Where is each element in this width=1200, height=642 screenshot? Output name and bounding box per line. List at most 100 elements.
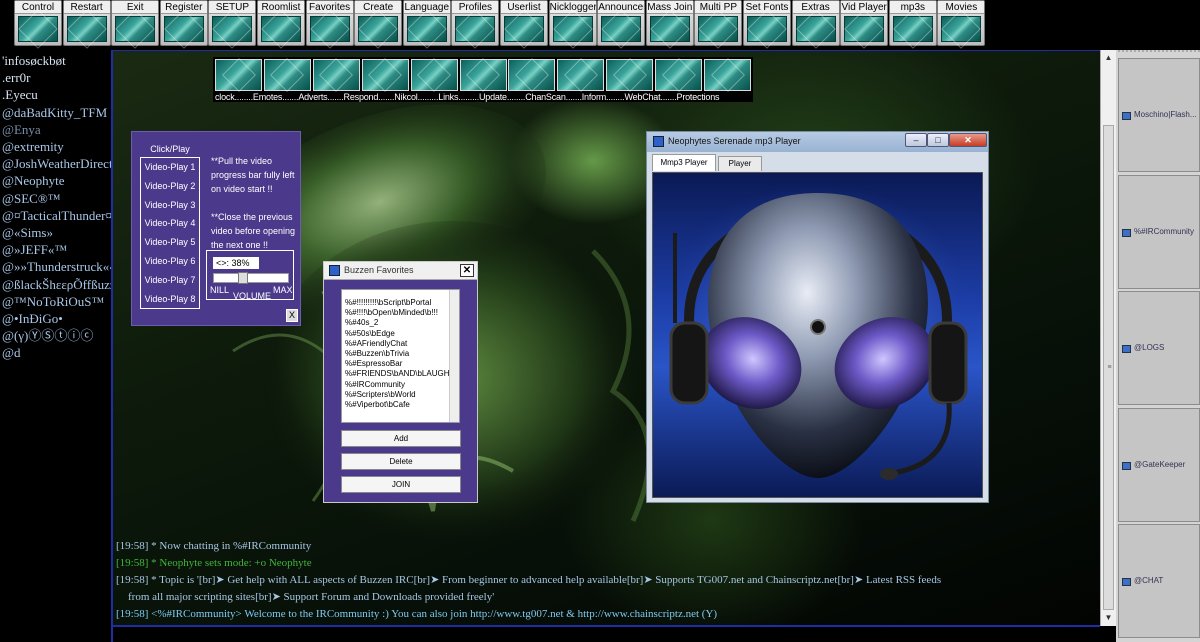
script-toolbar-button[interactable]	[459, 59, 507, 91]
tab-player[interactable]: Player	[718, 156, 762, 171]
video-play-7[interactable]: Video-Play 7	[141, 271, 199, 290]
scroll-down-arrow[interactable]: ▼	[1101, 611, 1116, 625]
video-play-2[interactable]: Video-Play 2	[141, 177, 199, 196]
switchbar-item[interactable]: %#IRCommunity	[1118, 174, 1200, 289]
script-toolbar-button[interactable]	[508, 59, 556, 91]
volume-slider-thumb[interactable]	[238, 272, 249, 284]
favorite-room-item[interactable]: %#FRIENDS\bAND\bLAUGH	[342, 369, 459, 379]
chat-scrollbar[interactable]: ▲ ≡ ▼	[1100, 50, 1116, 626]
script-toolbar-button[interactable]	[215, 59, 262, 91]
favorite-room-item[interactable]: %#Buzzen\bTrivia	[342, 349, 459, 359]
toolbar-button-multi-pp[interactable]: Multi PP	[694, 0, 743, 46]
script-toolbar-button[interactable]	[263, 59, 311, 91]
mp3-close-button[interactable]: ✕	[949, 133, 987, 147]
switchbar-item[interactable]: Moschino|Flash...	[1118, 58, 1200, 172]
favorites-scrollbar[interactable]	[449, 290, 459, 422]
script-toolbar-button[interactable]	[361, 59, 409, 91]
favorites-close-button[interactable]: ✕	[460, 264, 474, 277]
script-toolbar-button[interactable]	[704, 59, 751, 91]
favorites-title: Buzzen Favorites	[344, 265, 414, 275]
nick-item[interactable]: @d	[0, 344, 111, 361]
maximize-button[interactable]: □	[927, 133, 949, 147]
nick-item[interactable]: .err0r	[0, 69, 111, 86]
toolbar-button-roomlist[interactable]: Roomlist	[257, 0, 305, 46]
delete-favorite-button[interactable]: Delete	[341, 453, 461, 470]
nick-item[interactable]: .Eyecu	[0, 86, 111, 103]
favorite-room-item[interactable]: %#AFriendlyChat	[342, 339, 459, 349]
favorite-room-item[interactable]: %#50s\bEdge	[342, 329, 459, 339]
video-play-1[interactable]: Video-Play 1	[141, 158, 199, 177]
favorite-room-item[interactable]: %#!!!!\bOpen\bMinded\b!!!	[342, 308, 459, 318]
nick-item[interactable]: @daBadKitty_TFM	[0, 104, 111, 121]
nick-item[interactable]: @Neophyte	[0, 172, 111, 189]
nick-item[interactable]: @•InĐiGo•	[0, 310, 111, 327]
toolbar-button-mass-join[interactable]: Mass Join	[645, 0, 694, 46]
favorite-room-item[interactable]: %#Scripters\bWorld	[342, 390, 459, 400]
script-toolbar-button[interactable]	[606, 59, 654, 91]
switchbar-item[interactable]: @GateKeeper	[1118, 407, 1200, 522]
video-play-5[interactable]: Video-Play 5	[141, 233, 199, 252]
script-toolbar-button[interactable]	[557, 59, 605, 91]
video-play-4[interactable]: Video-Play 4	[141, 214, 199, 233]
toolbar-button-register[interactable]: Register	[159, 0, 208, 46]
toolbar-button-announcer[interactable]: Announcer	[597, 0, 646, 46]
toolbar-button-exit[interactable]: Exit	[111, 0, 160, 46]
script-toolbar-button[interactable]	[312, 59, 360, 91]
toolbar-button-extras[interactable]: Extras	[791, 0, 840, 46]
favorite-room-item[interactable]: %#IRCommunity	[342, 380, 459, 390]
favorite-room-item[interactable]: %#Viperbot\bCafe	[342, 400, 459, 410]
nick-item[interactable]: @»»Thunderstruck««@	[0, 258, 111, 275]
toolbar-button-vid-player[interactable]: Vid Player	[840, 0, 889, 46]
alien-headphones-image	[668, 183, 968, 480]
window-switchbar: Moschino|Flash... %#IRCommunity @LOGS @Gate…	[1116, 50, 1200, 642]
volume-slider[interactable]	[213, 272, 289, 284]
toolbar-button-language[interactable]: Language	[402, 0, 451, 46]
video-play-8[interactable]: Video-Play 8	[141, 290, 199, 309]
video-play-6[interactable]: Video-Play 6	[141, 252, 199, 271]
nick-item[interactable]: @JoshWeatherDirect	[0, 155, 111, 172]
toolbar-button-restart[interactable]: Restart	[62, 0, 111, 46]
toolbar-button-profiles[interactable]: Profiles	[451, 0, 500, 46]
script-toolbar-button[interactable]	[410, 59, 458, 91]
chat-scroll-thumb[interactable]: ≡	[1103, 125, 1114, 610]
nick-item[interactable]: @(γ)ⓎⓈⓣⓘⓒ	[0, 327, 111, 344]
favorite-room-item[interactable]: %#EspressoBar	[342, 359, 459, 369]
toolbar-button-favorites[interactable]: Favorites	[305, 0, 354, 46]
nick-item[interactable]: 'infosøckbøt	[0, 52, 111, 69]
toolbar-button-nicklogger[interactable]: Nicklogger	[548, 0, 597, 46]
add-favorite-button[interactable]: Add	[341, 430, 461, 447]
volume-label: VOLUME	[233, 291, 272, 301]
nick-item[interactable]: @ßlackŠhεερÕffßuzzεr	[0, 276, 111, 293]
favorites-room-list[interactable]: %#!!!!!!!!!\bScript\bPortal %#!!!!\bOpen\…	[341, 289, 460, 423]
toolbar-button-create[interactable]: Create	[354, 0, 403, 46]
nick-item[interactable]: @»JEFF«™	[0, 241, 111, 258]
nick-item[interactable]: @Enya	[0, 121, 111, 138]
toolbar-button-setup[interactable]: SETUP	[208, 0, 257, 46]
switchbar-item[interactable]: @LOGS	[1118, 291, 1200, 405]
channel-window-icon	[1122, 578, 1131, 586]
nick-item[interactable]: @«Sims»	[0, 224, 111, 241]
favorite-room-item[interactable]: %#40s_2	[342, 318, 459, 328]
join-room-button[interactable]: JOIN	[341, 476, 461, 493]
nick-item[interactable]: @™NoToRiOuS™	[0, 293, 111, 310]
toolbar-button-userlist[interactable]: Userlist	[500, 0, 548, 46]
script-toolbar-button[interactable]	[655, 59, 703, 91]
nick-item[interactable]: @¤TacticalThunder¤	[0, 207, 111, 224]
minimize-button[interactable]: –	[905, 133, 927, 147]
favorite-room-item[interactable]: %#!!!!!!!!!\bScript\bPortal	[342, 298, 459, 308]
toolbar-button-control[interactable]: Control	[14, 0, 62, 46]
video-panel-close-button[interactable]: X	[286, 309, 298, 322]
toolbar-button-set-fonts[interactable]: Set Fonts	[743, 0, 791, 46]
nick-item[interactable]: @extremity	[0, 138, 111, 155]
toolbar-button-icon	[309, 16, 350, 42]
toolbar-button-icon	[795, 16, 836, 42]
toolbar-button-icon	[747, 16, 787, 42]
video-play-3[interactable]: Video-Play 3	[141, 196, 199, 215]
nick-item[interactable]: @SEC®™	[0, 190, 111, 207]
switchbar-item[interactable]: @CHAT	[1118, 524, 1200, 638]
channel-window-icon	[1122, 228, 1131, 237]
toolbar-button-mp3s[interactable]: mp3s	[888, 0, 937, 46]
tab-mp3-player[interactable]: Mmp3 Player	[652, 154, 716, 171]
toolbar-button-movies[interactable]: Movies	[937, 0, 986, 46]
scroll-up-arrow[interactable]: ▲	[1101, 51, 1116, 65]
